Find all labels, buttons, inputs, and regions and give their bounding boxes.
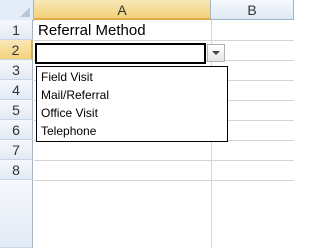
row-header-8[interactable]: 8 <box>0 160 33 180</box>
spreadsheet: A B 1 2 3 4 5 6 7 8 Referral Method Fiel… <box>0 0 294 248</box>
validation-dropdown-button[interactable] <box>207 44 225 62</box>
list-item[interactable]: Field Visit <box>41 70 93 84</box>
row-header-4[interactable]: 4 <box>0 80 33 100</box>
row-header-5[interactable]: 5 <box>0 100 33 120</box>
row-header-1[interactable]: 1 <box>0 20 33 40</box>
list-item[interactable]: Telephone <box>41 124 96 138</box>
list-item[interactable]: Office Visit <box>41 106 98 120</box>
row-header-6[interactable]: 6 <box>0 120 33 140</box>
gridline <box>34 180 294 181</box>
validation-dropdown-list: Field Visit Mail/Referral Office Visit T… <box>36 66 228 142</box>
list-item[interactable]: Mail/Referral <box>41 88 109 102</box>
select-all-corner[interactable] <box>0 0 34 21</box>
row-header-7[interactable]: 7 <box>0 140 33 160</box>
row-header-filler <box>0 180 33 248</box>
active-cell-a2[interactable] <box>35 43 206 64</box>
row-header-2[interactable]: 2 <box>0 40 33 60</box>
gridline <box>34 40 294 41</box>
gridline <box>34 160 294 161</box>
row-header-3[interactable]: 3 <box>0 60 33 80</box>
cell-a1[interactable]: Referral Method <box>38 21 146 40</box>
column-header-b[interactable]: B <box>211 0 294 20</box>
select-all-icon <box>20 7 30 17</box>
chevron-down-icon <box>212 51 220 55</box>
column-header-a[interactable]: A <box>34 0 211 20</box>
